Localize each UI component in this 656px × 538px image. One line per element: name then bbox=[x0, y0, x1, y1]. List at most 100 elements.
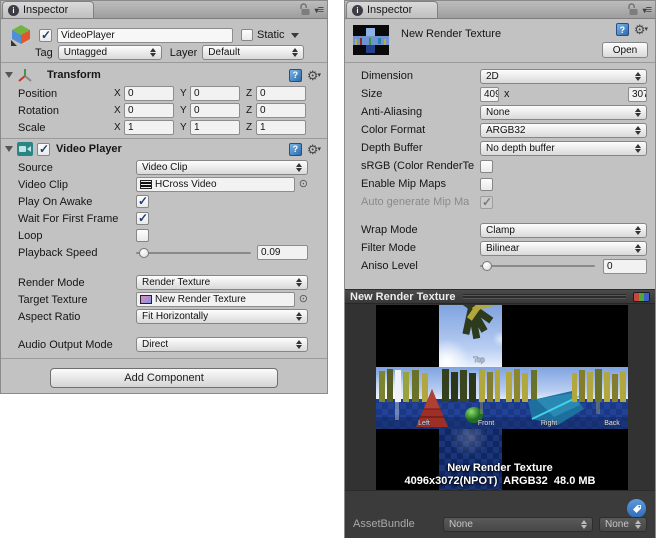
preview-drag-handle[interactable] bbox=[462, 294, 626, 299]
size-width-field[interactable]: 4096 bbox=[480, 86, 499, 102]
filter-mode-row: Filter Mode Bilinear bbox=[345, 239, 655, 257]
scale-x-field[interactable]: 1 bbox=[124, 120, 174, 135]
source-row: Source Video Clip bbox=[1, 159, 327, 176]
preview-title: New Render Texture bbox=[350, 290, 456, 303]
video-clip-row: Video Clip HCross Video ⊙ bbox=[18, 177, 308, 192]
play-on-awake-row: Play On Awake bbox=[1, 193, 327, 210]
video-player-component: Video Player ? ⚙▾ Source Video Clip Vide… bbox=[1, 139, 327, 353]
transform-header: Transform ? ⚙ ▾ bbox=[1, 65, 327, 85]
info-icon: i bbox=[8, 4, 19, 16]
help-icon[interactable]: ? bbox=[288, 68, 302, 82]
lock-icon[interactable] bbox=[299, 3, 310, 16]
aniso-level-row: Aniso Level 0 bbox=[345, 257, 655, 275]
position-x-field[interactable]: 0 bbox=[124, 86, 174, 101]
panel-menu-icon[interactable]: ▾≡ bbox=[315, 4, 325, 16]
rotation-y-field[interactable]: 0 bbox=[190, 103, 240, 118]
asset-title: New Render Texture bbox=[401, 28, 502, 40]
active-checkbox[interactable] bbox=[39, 28, 52, 42]
face-label-top: Top bbox=[473, 357, 484, 364]
inspector-panel-gameobject: i Inspector ▾≡ Static bbox=[0, 0, 328, 394]
help-icon[interactable]: ? bbox=[615, 23, 629, 36]
tab-inspector[interactable]: i Inspector bbox=[2, 1, 94, 18]
wrap-mode-row: Wrap Mode Clamp bbox=[345, 221, 655, 239]
render-texture-settings: Dimension 2D Size 4096 x 3072 Anti-Alias… bbox=[345, 63, 655, 275]
assetbundle-variant-dropdown[interactable]: None bbox=[599, 516, 647, 532]
playback-speed-value[interactable]: 0.09 bbox=[257, 245, 308, 260]
target-texture-object-field[interactable]: New Render Texture bbox=[136, 292, 295, 307]
wrap-mode-dropdown[interactable]: Clamp bbox=[480, 222, 647, 238]
position-z-field[interactable]: 0 bbox=[256, 86, 306, 101]
tag-label: Tag bbox=[35, 46, 53, 59]
enable-mip-maps-row: Enable Mip Maps bbox=[345, 175, 655, 193]
transform-row-position: Position X0 Y0 Z0 bbox=[1, 85, 327, 102]
face-label-right: Right bbox=[541, 420, 557, 427]
foldout-icon[interactable] bbox=[5, 72, 13, 78]
audio-output-mode-row: Audio Output Mode Direct bbox=[1, 336, 327, 353]
component-title: Transform bbox=[47, 69, 101, 81]
position-y-field[interactable]: 0 bbox=[190, 86, 240, 101]
panel-menu-icon[interactable]: ▾≡ bbox=[643, 4, 653, 16]
divider bbox=[1, 358, 327, 359]
tab-bar: i Inspector ▾≡ bbox=[1, 1, 327, 19]
preview-texture-name: New Render Texture bbox=[447, 462, 553, 474]
playback-speed-slider[interactable] bbox=[136, 246, 251, 260]
tag-dropdown[interactable]: Untagged bbox=[57, 45, 162, 60]
loop-row: Loop bbox=[1, 227, 327, 244]
scale-y-field[interactable]: 1 bbox=[190, 120, 240, 135]
size-row: Size 4096 x 3072 bbox=[345, 85, 655, 103]
help-icon[interactable]: ? bbox=[288, 142, 302, 156]
foldout-icon[interactable] bbox=[5, 146, 13, 152]
gameobject-name-input[interactable] bbox=[57, 27, 233, 43]
play-on-awake-checkbox[interactable] bbox=[136, 194, 149, 208]
size-separator: x bbox=[504, 88, 510, 100]
aniso-level-value[interactable]: 0 bbox=[603, 258, 647, 274]
wait-first-frame-checkbox[interactable] bbox=[136, 211, 149, 225]
lock-icon[interactable] bbox=[627, 3, 638, 16]
video-player-header: Video Player ? ⚙▾ bbox=[1, 139, 327, 159]
object-picker-icon[interactable]: ⊙ bbox=[299, 294, 308, 305]
rotation-x-field[interactable]: 0 bbox=[124, 103, 174, 118]
color-format-dropdown[interactable]: ARGB32 bbox=[480, 122, 647, 138]
source-dropdown[interactable]: Video Clip bbox=[136, 160, 308, 175]
wait-first-frame-row: Wait For First Frame bbox=[1, 210, 327, 227]
static-dropdown-icon[interactable] bbox=[290, 32, 299, 38]
static-checkbox[interactable] bbox=[241, 29, 253, 41]
auto-generate-mip-maps-checkbox bbox=[480, 195, 493, 209]
layer-dropdown[interactable]: Default bbox=[202, 45, 305, 60]
render-mode-row: Render Mode Render Texture bbox=[1, 274, 327, 291]
audio-output-mode-dropdown[interactable]: Direct bbox=[136, 337, 308, 352]
face-label-left: Left bbox=[418, 420, 430, 427]
anti-aliasing-dropdown[interactable]: None bbox=[480, 104, 647, 120]
srgb-checkbox[interactable] bbox=[480, 159, 493, 173]
video-clip-icon bbox=[140, 180, 152, 189]
gear-icon[interactable]: ⚙ ▾ bbox=[307, 69, 321, 82]
rotation-z-field[interactable]: 0 bbox=[256, 103, 306, 118]
info-icon: i bbox=[352, 4, 363, 16]
tab-label: Inspector bbox=[367, 4, 413, 16]
gameobject-icon[interactable] bbox=[9, 23, 33, 47]
object-picker-icon[interactable]: ⊙ bbox=[299, 179, 308, 190]
dimension-dropdown[interactable]: 2D bbox=[480, 68, 647, 84]
asset-header: New Render Texture ? ⚙ ▾ Open bbox=[345, 19, 655, 63]
add-component-button[interactable]: Add Component bbox=[50, 368, 278, 388]
scale-z-field[interactable]: 1 bbox=[256, 120, 306, 135]
assetbundle-dropdown[interactable]: None bbox=[443, 516, 593, 532]
open-button[interactable]: Open bbox=[602, 42, 648, 58]
gear-icon[interactable]: ⚙ ▾ bbox=[307, 143, 321, 156]
rgb-channels-button[interactable] bbox=[633, 291, 650, 302]
render-mode-dropdown[interactable]: Render Texture bbox=[136, 275, 308, 290]
video-clip-object-field[interactable]: HCross Video bbox=[136, 177, 295, 192]
aspect-ratio-dropdown[interactable]: Fit Horizontally bbox=[136, 309, 308, 324]
filter-mode-dropdown[interactable]: Bilinear bbox=[480, 240, 647, 256]
size-height-field[interactable]: 3072 bbox=[628, 86, 647, 102]
loop-checkbox[interactable] bbox=[136, 229, 149, 242]
aniso-level-slider[interactable] bbox=[480, 259, 595, 273]
depth-buffer-dropdown[interactable]: No depth buffer bbox=[480, 140, 647, 156]
video-player-icon bbox=[17, 142, 33, 156]
assetbundle-label: AssetBundle bbox=[353, 518, 415, 530]
component-enabled-checkbox[interactable] bbox=[37, 142, 50, 156]
tab-inspector[interactable]: i Inspector bbox=[346, 1, 438, 18]
gear-icon[interactable]: ⚙ ▾ bbox=[634, 23, 648, 36]
render-texture-icon bbox=[140, 295, 152, 304]
enable-mip-maps-checkbox[interactable] bbox=[480, 177, 493, 191]
